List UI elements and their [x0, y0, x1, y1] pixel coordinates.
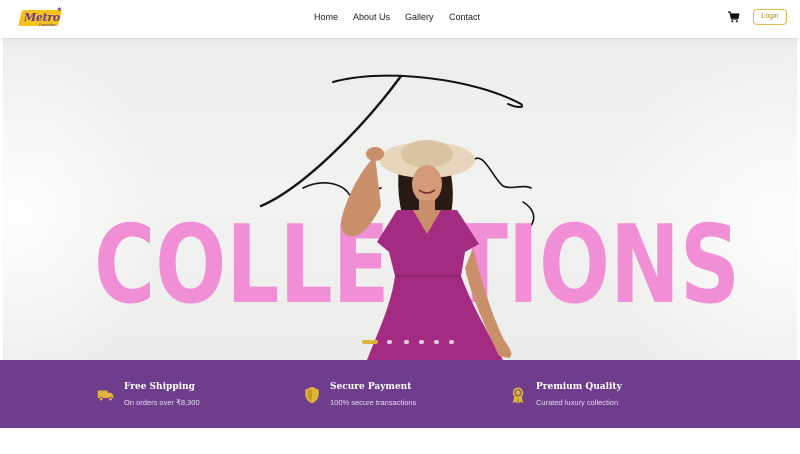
- nav-contact[interactable]: Contact: [449, 12, 480, 22]
- nav-about-us[interactable]: About Us: [353, 12, 390, 22]
- feature-title: Secure Payment: [330, 382, 412, 392]
- nav-home[interactable]: Home: [314, 12, 338, 22]
- nav-gallery[interactable]: Gallery: [405, 12, 434, 22]
- carousel-dot-1[interactable]: [362, 340, 378, 344]
- page-content-start: [0, 428, 800, 454]
- site-header: Metro Fashions ✶ Home About Us Gallery C…: [0, 0, 800, 38]
- carousel-dot-2[interactable]: [387, 340, 392, 344]
- feature-title: Free Shipping: [124, 382, 195, 392]
- hero-artwork: COLLECTIONS: [94, 74, 740, 360]
- feature-subtitle: On orders over ₹8,300: [124, 398, 200, 407]
- feature-subtitle: 100% secure transactions: [330, 398, 417, 407]
- carousel-dot-4[interactable]: [419, 340, 424, 344]
- shopping-cart-icon[interactable]: [727, 11, 740, 23]
- brand-logo[interactable]: Metro Fashions ✶: [18, 5, 64, 29]
- carousel-dot-5[interactable]: [434, 340, 439, 344]
- login-button[interactable]: Login: [753, 9, 787, 25]
- features-band: Free Shipping On orders over ₹8,300 Secu…: [0, 360, 800, 428]
- feature-secure-payment: Secure Payment 100% secure transactions: [303, 360, 483, 428]
- truck-icon: [97, 390, 114, 402]
- shield-icon: [305, 386, 319, 404]
- feature-premium-quality: Premium Quality Curated luxury collectio…: [509, 360, 689, 428]
- logo-subtext: Fashions: [39, 22, 56, 27]
- carousel-dot-3[interactable]: [404, 340, 409, 344]
- feature-subtitle: Curated luxury collection: [536, 398, 619, 407]
- logo-star-icon: ✶: [56, 5, 63, 14]
- hero-banner: COLLECTIONS: [3, 38, 797, 360]
- award-medal-icon: [512, 387, 524, 404]
- feature-title: Premium Quality: [536, 382, 622, 392]
- feature-free-shipping: Free Shipping On orders over ₹8,300: [97, 360, 277, 428]
- carousel-dot-6[interactable]: [449, 340, 454, 344]
